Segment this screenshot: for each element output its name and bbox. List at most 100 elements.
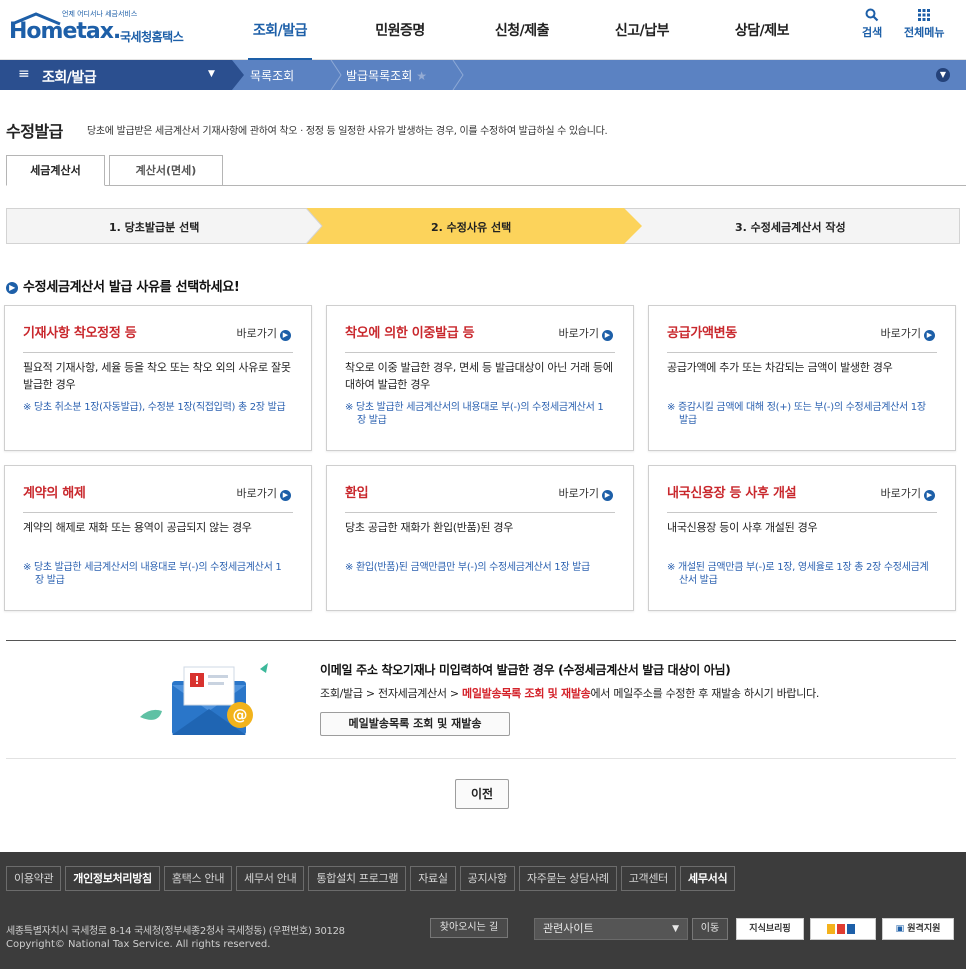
related-sites-select[interactable]: 관련사이트 ▼ bbox=[534, 918, 688, 940]
breadcrumb-list-inquiry[interactable]: 목록조회 bbox=[250, 67, 294, 84]
all-menu-label: 전체메뉴 bbox=[904, 26, 945, 39]
footer-link-notice[interactable]: 공지사항 bbox=[459, 866, 515, 891]
card-divider bbox=[345, 352, 615, 353]
card-description: 착오로 이중 발급한 경우, 면세 등 발급대상이 아닌 거래 등에 대하여 발… bbox=[345, 361, 613, 391]
email-path-prefix: 조회/발급 > 전자세금계산서 > bbox=[320, 687, 463, 700]
shortcut-link[interactable]: 바로가기 ▶ bbox=[559, 325, 613, 341]
footer-link-library[interactable]: 자료실 bbox=[410, 866, 456, 891]
card-note: ※ 개설된 금액만큼 부(-)로 1장, 영세율로 1장 총 2장 수정세금계산… bbox=[667, 562, 929, 586]
breadcrumb-issue-list[interactable]: 발급목록조회 ★ bbox=[346, 67, 427, 84]
directions-button[interactable]: 찾아오시는 길 bbox=[430, 918, 508, 938]
arrow-right-icon: ▶ bbox=[924, 490, 935, 501]
footer-link-tax-forms[interactable]: 세무서식 bbox=[680, 866, 736, 891]
remote-support-banner[interactable]: ▣ 원격지원 bbox=[882, 918, 954, 940]
global-nav: 조회/발급 민원증명 신청/제출 신고/납부 상담/제보 bbox=[248, 0, 794, 60]
remote-support-label: 원격지원 bbox=[907, 924, 941, 934]
step-1: 1. 당초발급분 선택 bbox=[109, 221, 200, 234]
shortcut-label: 바로가기 bbox=[558, 487, 599, 500]
arrow-right-icon: ▶ bbox=[602, 490, 613, 501]
section-divider bbox=[6, 758, 956, 759]
arrow-right-icon: ▶ bbox=[280, 490, 291, 501]
card-description: 계약의 해제로 재화 또는 용역이 공급되지 않는 경우 bbox=[23, 521, 252, 534]
nav-application-submit[interactable]: 신청/제출 bbox=[490, 0, 554, 60]
section-heading: ▶ 수정세금계산서 발급 사유를 선택하세요! bbox=[6, 276, 240, 295]
tab-bar: 세금계산서 계산서(면세) bbox=[6, 155, 227, 186]
shortcut-label: 바로가기 bbox=[236, 487, 277, 500]
email-resend-button[interactable]: 메일발송목록 조회 및 재발송 bbox=[320, 712, 510, 736]
footer-link-tax-office[interactable]: 세무서 안내 bbox=[236, 866, 305, 891]
shortcut-link[interactable]: 바로가기 ▶ bbox=[237, 325, 291, 341]
caret-down-icon: ▼ bbox=[672, 924, 679, 934]
reason-card-return: 환입 바로가기 ▶ 당초 공급한 재화가 환입(반품)된 경우 ※ 환입(반품)된… bbox=[326, 465, 634, 611]
hamburger-icon: ≡ bbox=[18, 66, 30, 82]
related-sites-label: 관련사이트 bbox=[543, 922, 594, 935]
hometax-logo[interactable]: 언제 어디서나 세금서비스 Hometax. 국세청홈택스 bbox=[6, 8, 196, 52]
arrow-right-icon: ▶ bbox=[602, 330, 613, 341]
reason-card-duplicate: 착오에 의한 이중발급 등 바로가기 ▶ 착오로 이중 발급한 경우, 면세 등 … bbox=[326, 305, 634, 451]
footer-link-installer[interactable]: 통합설치 프로그램 bbox=[308, 866, 407, 891]
card-description: 당초 공급한 재화가 환입(반품)된 경우 bbox=[345, 521, 514, 534]
footer-link-customer-center[interactable]: 고객센터 bbox=[620, 866, 676, 891]
arrow-circle-icon: ▶ bbox=[6, 282, 18, 294]
current-menu-dropdown[interactable]: ≡ 조회/발급 ▼ bbox=[0, 60, 244, 90]
card-description: 필요적 기재사항, 세율 등을 착오 또는 착오 외의 사유로 잘못 발급한 경… bbox=[23, 361, 291, 391]
remote-support-icon: ▣ bbox=[895, 924, 905, 934]
footer-copyright: Copyright© National Tax Service. All rig… bbox=[6, 939, 271, 950]
svg-text:@: @ bbox=[233, 706, 248, 724]
footer-link-privacy[interactable]: 개인정보처리방침 bbox=[65, 866, 160, 891]
banner-logo-icon bbox=[827, 923, 855, 934]
go-button[interactable]: 이동 bbox=[692, 918, 728, 940]
shortcut-label: 바로가기 bbox=[558, 327, 599, 340]
shortcut-label: 바로가기 bbox=[880, 487, 921, 500]
card-divider bbox=[345, 512, 615, 513]
card-title: 공급가액변동 bbox=[667, 326, 737, 341]
shortcut-label: 바로가기 bbox=[236, 327, 277, 340]
grid-menu-icon bbox=[904, 8, 944, 24]
all-menu-button[interactable]: 전체메뉴 bbox=[904, 8, 944, 40]
shortcut-label: 바로가기 bbox=[880, 327, 921, 340]
footer-address: 세종특별자치시 국세청로 8-14 국세청(정부세종2청사 국세청동) (우편번… bbox=[6, 926, 345, 937]
shortcut-link[interactable]: 바로가기 ▶ bbox=[881, 325, 935, 341]
nav-civil-certificate[interactable]: 민원증명 bbox=[368, 0, 432, 60]
prev-button[interactable]: 이전 bbox=[455, 779, 509, 809]
footer-link-hometax-guide[interactable]: 홈택스 안내 bbox=[163, 866, 233, 891]
step-2-current: 2. 수정사유 선택 bbox=[431, 221, 512, 234]
logo-korean-name: 국세청홈택스 bbox=[120, 30, 184, 44]
card-title: 환입 bbox=[345, 486, 369, 501]
footer-link-terms[interactable]: 이용약관 bbox=[6, 866, 62, 891]
breadcrumb-separator-icon bbox=[330, 60, 342, 90]
card-divider bbox=[23, 352, 293, 353]
search-button[interactable]: 검색 bbox=[862, 8, 882, 40]
logo-wordmark: Hometax. bbox=[9, 19, 121, 44]
tab-tax-invoice[interactable]: 세금계산서 bbox=[6, 155, 105, 186]
nav-consult-report[interactable]: 상담/제보 bbox=[730, 0, 794, 60]
favorite-star-icon[interactable]: ★ bbox=[416, 69, 427, 83]
tab-invoice-tax-free[interactable]: 계산서(면세) bbox=[109, 155, 223, 186]
nav-report-payment[interactable]: 신고/납부 bbox=[610, 0, 674, 60]
current-menu-label: 조회/발급 bbox=[42, 70, 97, 86]
arrow-right-icon: ▶ bbox=[280, 330, 291, 341]
svg-text:!: ! bbox=[194, 674, 199, 687]
nav-inquiry-issue[interactable]: 조회/발급 bbox=[248, 0, 312, 60]
card-divider bbox=[667, 512, 937, 513]
location-expand-icon[interactable]: ▼ bbox=[936, 68, 950, 82]
page-description: 당초에 발급받은 세금계산서 기재사항에 관하여 착오 · 정정 등 일정한 사… bbox=[87, 126, 608, 137]
card-title: 계약의 해제 bbox=[23, 486, 86, 501]
shortcut-link[interactable]: 바로가기 ▶ bbox=[237, 485, 291, 501]
knowledge-briefing-banner[interactable]: 지식브리핑 bbox=[736, 918, 804, 940]
site-footer: 이용약관 개인정보처리방침 홈택스 안내 세무서 안내 통합설치 프로그램 자료… bbox=[0, 852, 966, 969]
footer-link-faq[interactable]: 자주묻는 상담사례 bbox=[518, 866, 617, 891]
reason-card-contract-cancel: 계약의 해제 바로가기 ▶ 계약의 해제로 재화 또는 용역이 공급되지 않는 경… bbox=[4, 465, 312, 611]
email-envelope-icon: ! @ bbox=[140, 663, 268, 735]
card-note: ※ 당초 취소분 1장(자동발급), 수정분 1장(직접입력) 총 2장 발급 bbox=[23, 402, 286, 413]
breadcrumb-separator-icon bbox=[452, 60, 464, 90]
page-title: 수정발급 bbox=[6, 122, 63, 141]
shortcut-link[interactable]: 바로가기 ▶ bbox=[559, 485, 613, 501]
step-indicator: 1. 당초발급분 선택 2. 수정사유 선택 3. 수정세금계산서 작성 bbox=[6, 208, 960, 244]
card-divider bbox=[667, 352, 937, 353]
location-bar: ≡ 조회/발급 ▼ 목록조회 발급목록조회 ★ ▼ bbox=[0, 60, 966, 90]
partner-banner[interactable] bbox=[810, 918, 876, 940]
search-icon bbox=[862, 8, 882, 24]
shortcut-link[interactable]: 바로가기 ▶ bbox=[881, 485, 935, 501]
card-note: ※ 증감시킬 금액에 대해 정(+) 또는 부(-)의 수정세금계산서 1장 발… bbox=[667, 402, 926, 426]
